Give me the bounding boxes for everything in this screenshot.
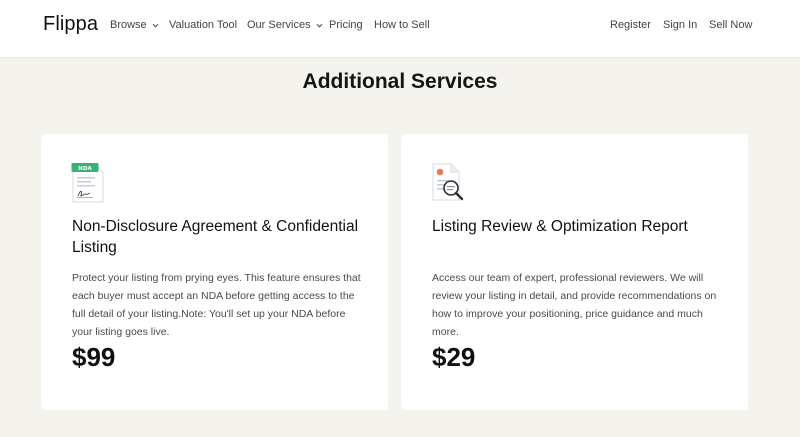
card-price: $29 [432, 342, 476, 372]
chevron-down-icon [316, 22, 323, 29]
nav-pricing[interactable]: Pricing [329, 19, 363, 31]
nav-browse[interactable]: Browse [110, 19, 159, 31]
nav-how-to-sell[interactable]: How to Sell [374, 19, 430, 31]
nav-valuation-tool[interactable]: Valuation Tool [169, 19, 237, 31]
flippa-logo[interactable]: Flippa [43, 13, 98, 36]
nav-browse-label: Browse [110, 19, 147, 31]
nav-sign-in[interactable]: Sign In [663, 19, 697, 31]
nav-valuation-tool-label: Valuation Tool [169, 19, 238, 31]
nda-document-icon: NDA [71, 162, 105, 204]
card-description: Protect your listing from prying eyes. T… [72, 272, 361, 338]
nav-how-to-sell-label: How to Sell [374, 19, 430, 31]
chevron-down-icon [152, 22, 159, 29]
card-title: Non-Disclosure Agreement & Confidential … [72, 218, 359, 256]
card-description: Access our team of expert, professional … [432, 272, 717, 338]
nda-badge-text: NDA [78, 166, 92, 172]
service-card-nda: NDA Non-Disclosure Agreement & Confident… [41, 134, 388, 410]
nav-register-label: Register [610, 19, 651, 31]
nav-our-services-label: Our Services [247, 19, 311, 31]
nav-sell-now-label: Sell Now [709, 19, 753, 31]
card-price: $99 [72, 342, 116, 372]
nav-our-services[interactable]: Our Services [247, 19, 323, 31]
nav-sell-now[interactable]: Sell Now [709, 19, 752, 31]
nav-register[interactable]: Register [610, 19, 651, 31]
section-title: Additional Services [302, 70, 498, 93]
document-magnifier-icon [431, 162, 465, 204]
top-navigation-bar: Flippa Browse Valuation Tool Our Service… [0, 0, 800, 58]
nav-pricing-label: Pricing [329, 19, 363, 31]
card-title: Listing Review & Optimization Report [432, 218, 688, 235]
service-card-listing-review: Listing Review & Optimization Report Acc… [401, 134, 748, 410]
nav-sign-in-label: Sign In [663, 19, 698, 31]
